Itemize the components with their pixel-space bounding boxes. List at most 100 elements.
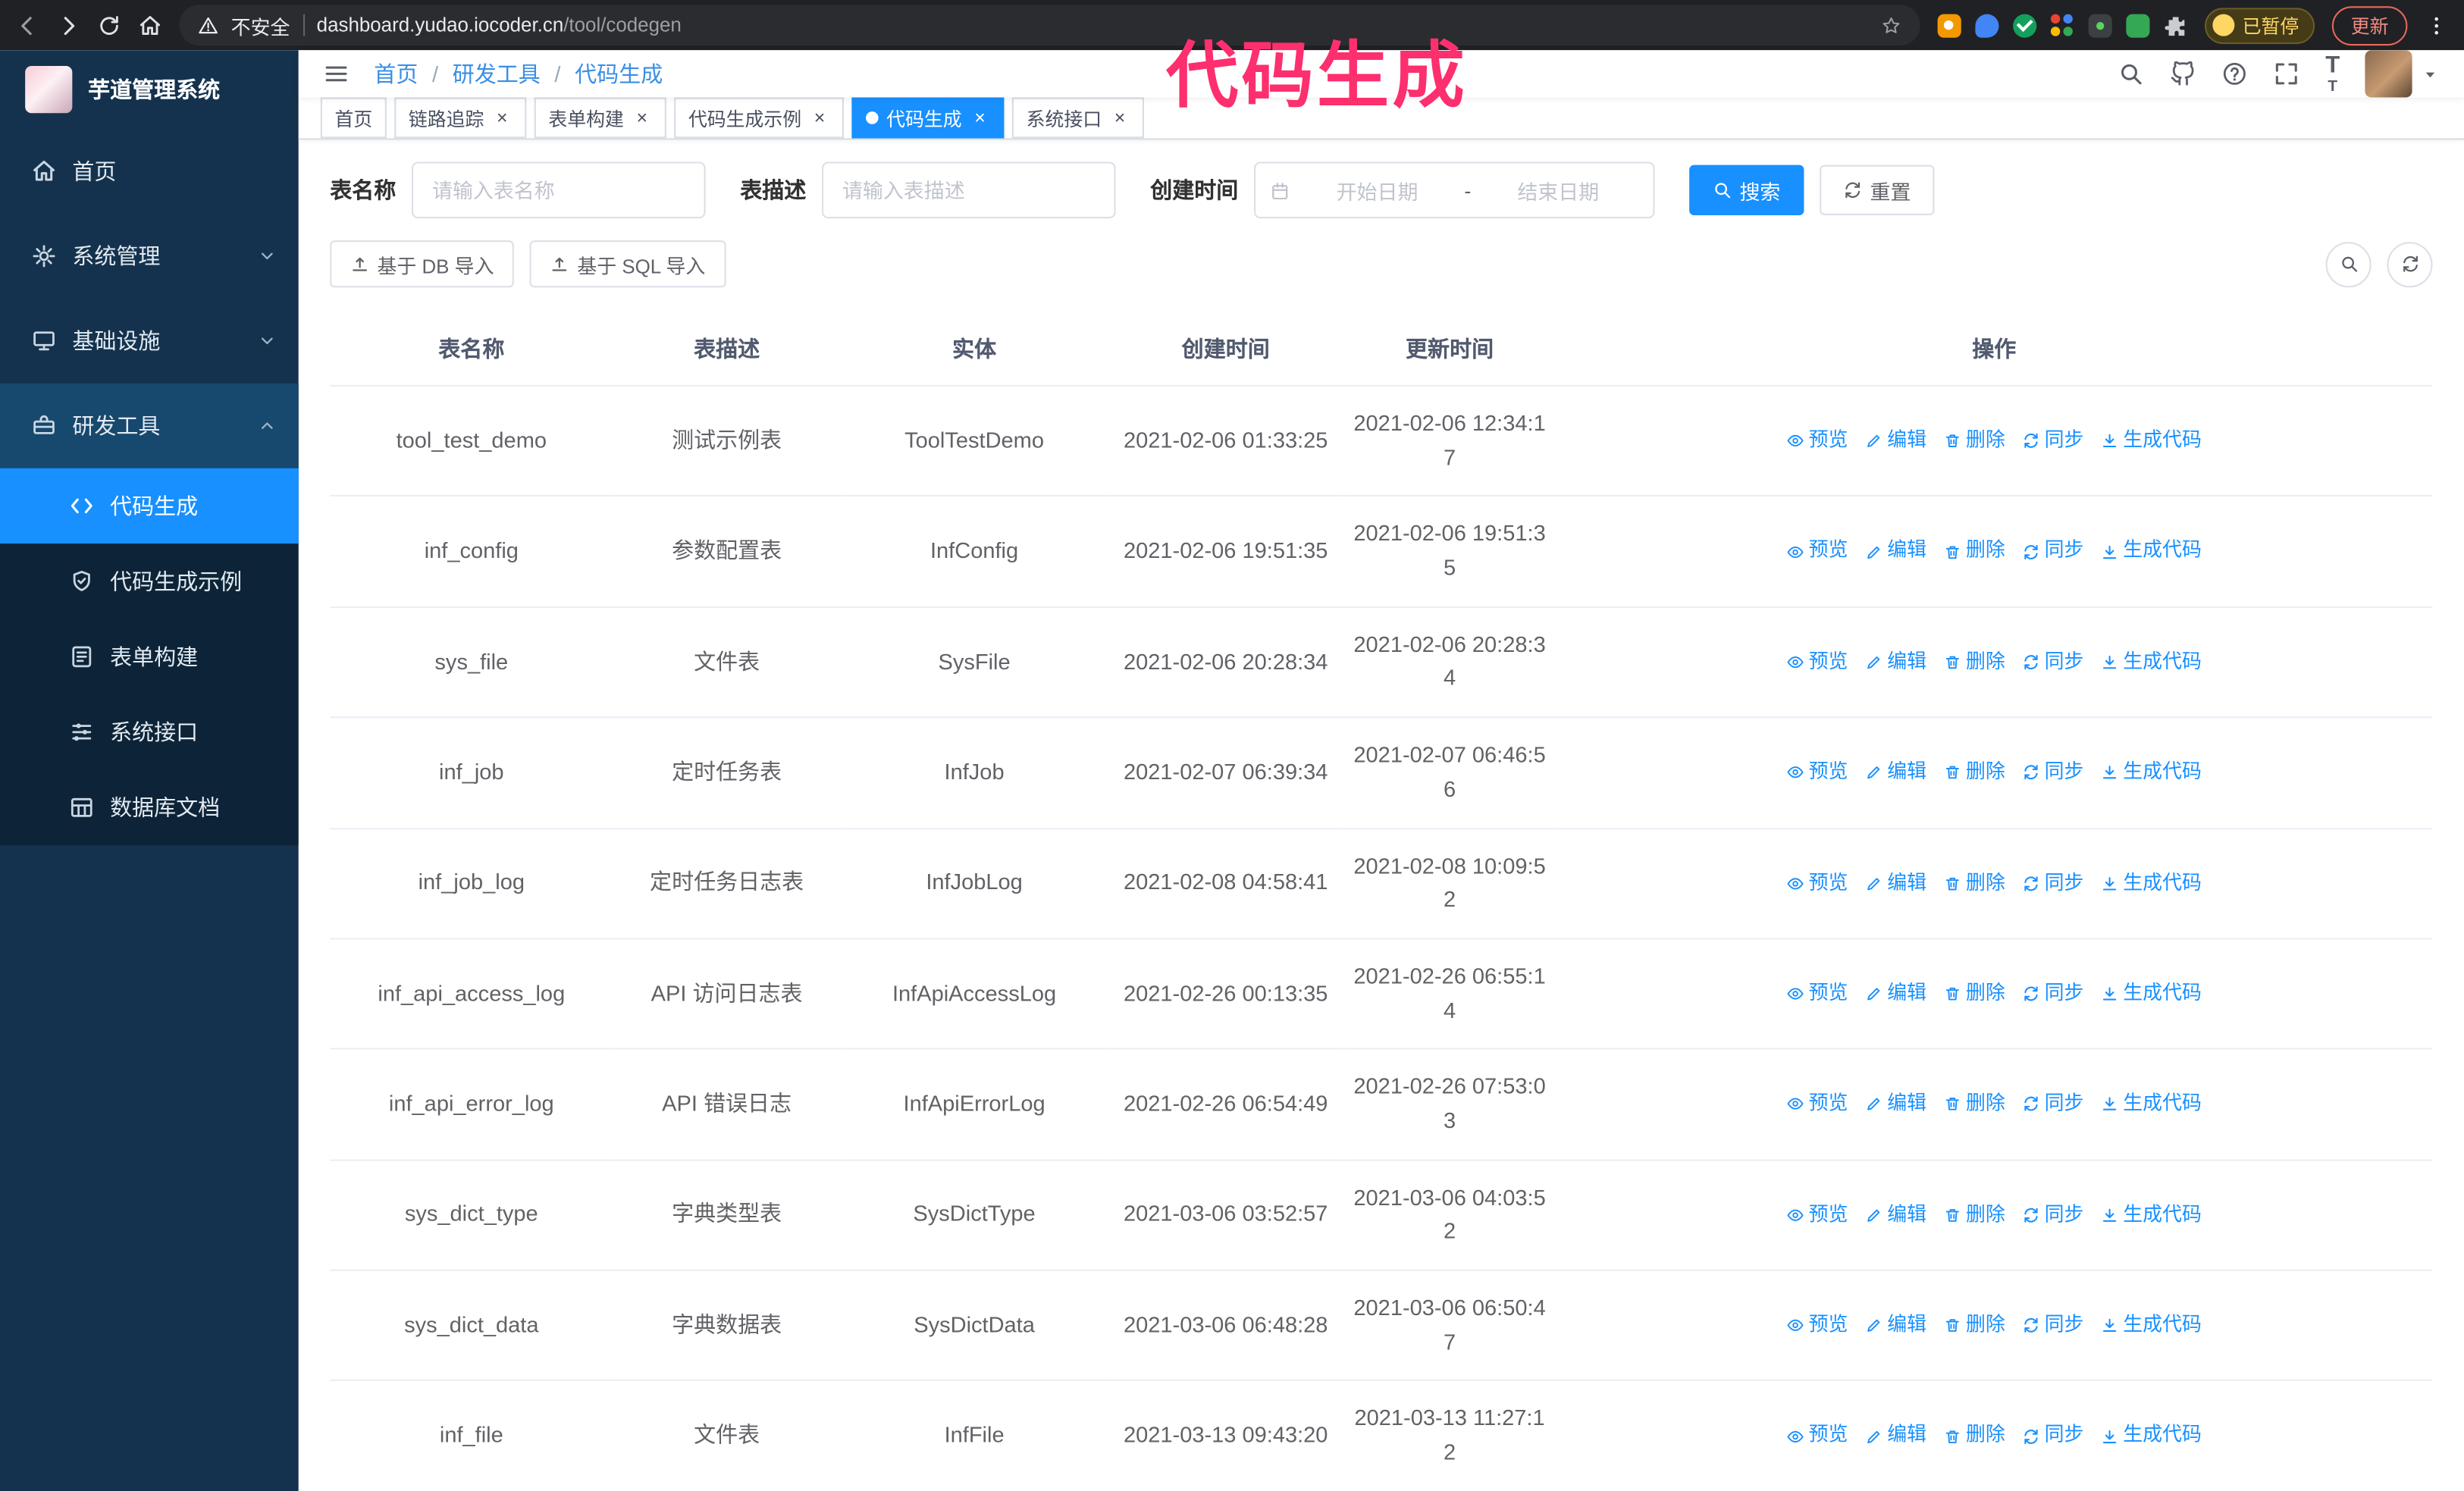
edit-link[interactable]: 编辑 — [1865, 426, 1926, 456]
edit-link[interactable]: 编辑 — [1865, 868, 1926, 898]
import-sql-button[interactable]: 基于 SQL 导入 — [530, 240, 726, 288]
preview-link[interactable]: 预览 — [1787, 1089, 1848, 1120]
close-icon[interactable]: × — [1110, 108, 1130, 128]
generate-code-link[interactable]: 生成代码 — [2101, 1311, 2202, 1341]
extensions-puzzle-icon[interactable] — [2164, 14, 2187, 37]
extension-icon-check[interactable] — [2013, 13, 2037, 37]
tab-tracing[interactable]: 链路追踪 × — [394, 97, 527, 139]
reset-button[interactable]: 重置 — [1820, 164, 1935, 215]
edit-link[interactable]: 编辑 — [1865, 979, 1926, 1009]
sidebar-item-codegen[interactable]: 代码生成 — [0, 468, 299, 544]
sidebar-item-form-builder[interactable]: 表单构建 — [0, 619, 299, 694]
sidebar-item-home[interactable]: 首页 — [0, 129, 299, 214]
sync-link[interactable]: 同步 — [2023, 426, 2083, 456]
sidebar-item-codegen-demo[interactable]: 代码生成示例 — [0, 543, 299, 619]
extension-icon-dark[interactable] — [2088, 13, 2112, 37]
tab-system-api[interactable]: 系统接口 × — [1011, 97, 1145, 139]
preview-link[interactable]: 预览 — [1787, 757, 1848, 788]
generate-code-link[interactable]: 生成代码 — [2101, 757, 2202, 788]
browser-reload-icon[interactable] — [98, 14, 121, 37]
delete-link[interactable]: 删除 — [1944, 1421, 2005, 1451]
extension-icon-drop[interactable] — [1975, 13, 1999, 37]
sync-link[interactable]: 同步 — [2023, 868, 2083, 898]
font-size-icon[interactable]: TT — [2325, 52, 2340, 96]
preview-link[interactable]: 预览 — [1787, 1311, 1848, 1341]
date-range-picker[interactable]: 开始日期 - 结束日期 — [1254, 161, 1655, 219]
generate-code-link[interactable]: 生成代码 — [2101, 647, 2202, 677]
table-name-input[interactable] — [413, 163, 704, 218]
toggle-search-button[interactable] — [2325, 241, 2372, 287]
sync-link[interactable]: 同步 — [2023, 1421, 2083, 1451]
generate-code-link[interactable]: 生成代码 — [2101, 979, 2202, 1009]
breadcrumb-devtools[interactable]: 研发工具 — [453, 58, 541, 89]
edit-link[interactable]: 编辑 — [1865, 1421, 1926, 1451]
preview-link[interactable]: 预览 — [1787, 868, 1848, 898]
edit-link[interactable]: 编辑 — [1865, 1311, 1926, 1341]
delete-link[interactable]: 删除 — [1944, 537, 2005, 567]
github-icon[interactable] — [2170, 61, 2195, 86]
browser-menu-icon[interactable] — [2425, 14, 2448, 37]
extension-icon-leaf[interactable] — [2126, 13, 2150, 37]
search-icon[interactable] — [2118, 61, 2143, 86]
sidebar-item-db-doc[interactable]: 数据库文档 — [0, 770, 299, 845]
search-button[interactable]: 搜索 — [1689, 164, 1804, 215]
browser-update-button[interactable]: 更新 — [2331, 5, 2408, 45]
sidebar-item-infra[interactable]: 基础设施 — [0, 299, 299, 384]
close-icon[interactable]: × — [632, 108, 652, 128]
delete-link[interactable]: 删除 — [1944, 426, 2005, 456]
edit-link[interactable]: 编辑 — [1865, 1089, 1926, 1120]
close-icon[interactable]: × — [492, 108, 513, 128]
delete-link[interactable]: 删除 — [1944, 647, 2005, 677]
browser-back-icon[interactable] — [16, 14, 39, 37]
user-avatar[interactable] — [2365, 50, 2438, 98]
sync-link[interactable]: 同步 — [2023, 1311, 2083, 1341]
browser-home-icon[interactable] — [138, 14, 161, 37]
sidebar-logo[interactable]: 芋道管理系统 — [0, 50, 299, 129]
delete-link[interactable]: 删除 — [1944, 868, 2005, 898]
extension-icon-colordots[interactable] — [2050, 14, 2074, 37]
browser-forward-icon[interactable] — [57, 14, 80, 37]
edit-link[interactable]: 编辑 — [1865, 757, 1926, 788]
sidebar-item-system-api[interactable]: 系统接口 — [0, 694, 299, 769]
sidebar-item-system[interactable]: 系统管理 — [0, 214, 299, 299]
tab-home[interactable]: 首页 — [320, 97, 387, 139]
generate-code-link[interactable]: 生成代码 — [2101, 1421, 2202, 1451]
refresh-button[interactable] — [2387, 241, 2433, 287]
bookmark-star-icon[interactable] — [1881, 15, 1901, 36]
breadcrumb-home[interactable]: 首页 — [374, 58, 418, 89]
generate-code-link[interactable]: 生成代码 — [2101, 1089, 2202, 1120]
hamburger-icon[interactable] — [324, 61, 349, 86]
extension-icon-camera[interactable] — [1937, 13, 1961, 37]
sync-link[interactable]: 同步 — [2023, 757, 2083, 788]
fullscreen-icon[interactable] — [2274, 61, 2299, 86]
preview-link[interactable]: 预览 — [1787, 647, 1848, 677]
preview-link[interactable]: 预览 — [1787, 979, 1848, 1009]
generate-code-link[interactable]: 生成代码 — [2101, 537, 2202, 567]
generate-code-link[interactable]: 生成代码 — [2101, 868, 2202, 898]
delete-link[interactable]: 删除 — [1944, 979, 2005, 1009]
tab-form-builder[interactable]: 表单构建 × — [534, 97, 666, 139]
preview-link[interactable]: 预览 — [1787, 426, 1848, 456]
generate-code-link[interactable]: 生成代码 — [2101, 426, 2202, 456]
sync-link[interactable]: 同步 — [2023, 537, 2083, 567]
preview-link[interactable]: 预览 — [1787, 537, 1848, 567]
profile-paused-badge[interactable]: 已暂停 — [2204, 7, 2315, 43]
preview-link[interactable]: 预览 — [1787, 1421, 1848, 1451]
tab-codegen[interactable]: 代码生成 × — [851, 97, 1005, 139]
delete-link[interactable]: 删除 — [1944, 757, 2005, 788]
delete-link[interactable]: 删除 — [1944, 1200, 2005, 1230]
edit-link[interactable]: 编辑 — [1865, 647, 1926, 677]
sync-link[interactable]: 同步 — [2023, 1200, 2083, 1230]
sidebar-item-devtools[interactable]: 研发工具 — [0, 383, 299, 468]
table-desc-input[interactable] — [823, 163, 1114, 218]
edit-link[interactable]: 编辑 — [1865, 1200, 1926, 1230]
sync-link[interactable]: 同步 — [2023, 979, 2083, 1009]
generate-code-link[interactable]: 生成代码 — [2101, 1200, 2202, 1230]
preview-link[interactable]: 预览 — [1787, 1200, 1848, 1230]
delete-link[interactable]: 删除 — [1944, 1311, 2005, 1341]
sync-link[interactable]: 同步 — [2023, 647, 2083, 677]
help-icon[interactable] — [2221, 61, 2246, 86]
edit-link[interactable]: 编辑 — [1865, 537, 1926, 567]
tab-codegen-demo[interactable]: 代码生成示例 × — [674, 97, 845, 139]
address-bar[interactable]: 不安全 dashboard.yudao.iocoder.cn/tool/code… — [179, 5, 1920, 46]
